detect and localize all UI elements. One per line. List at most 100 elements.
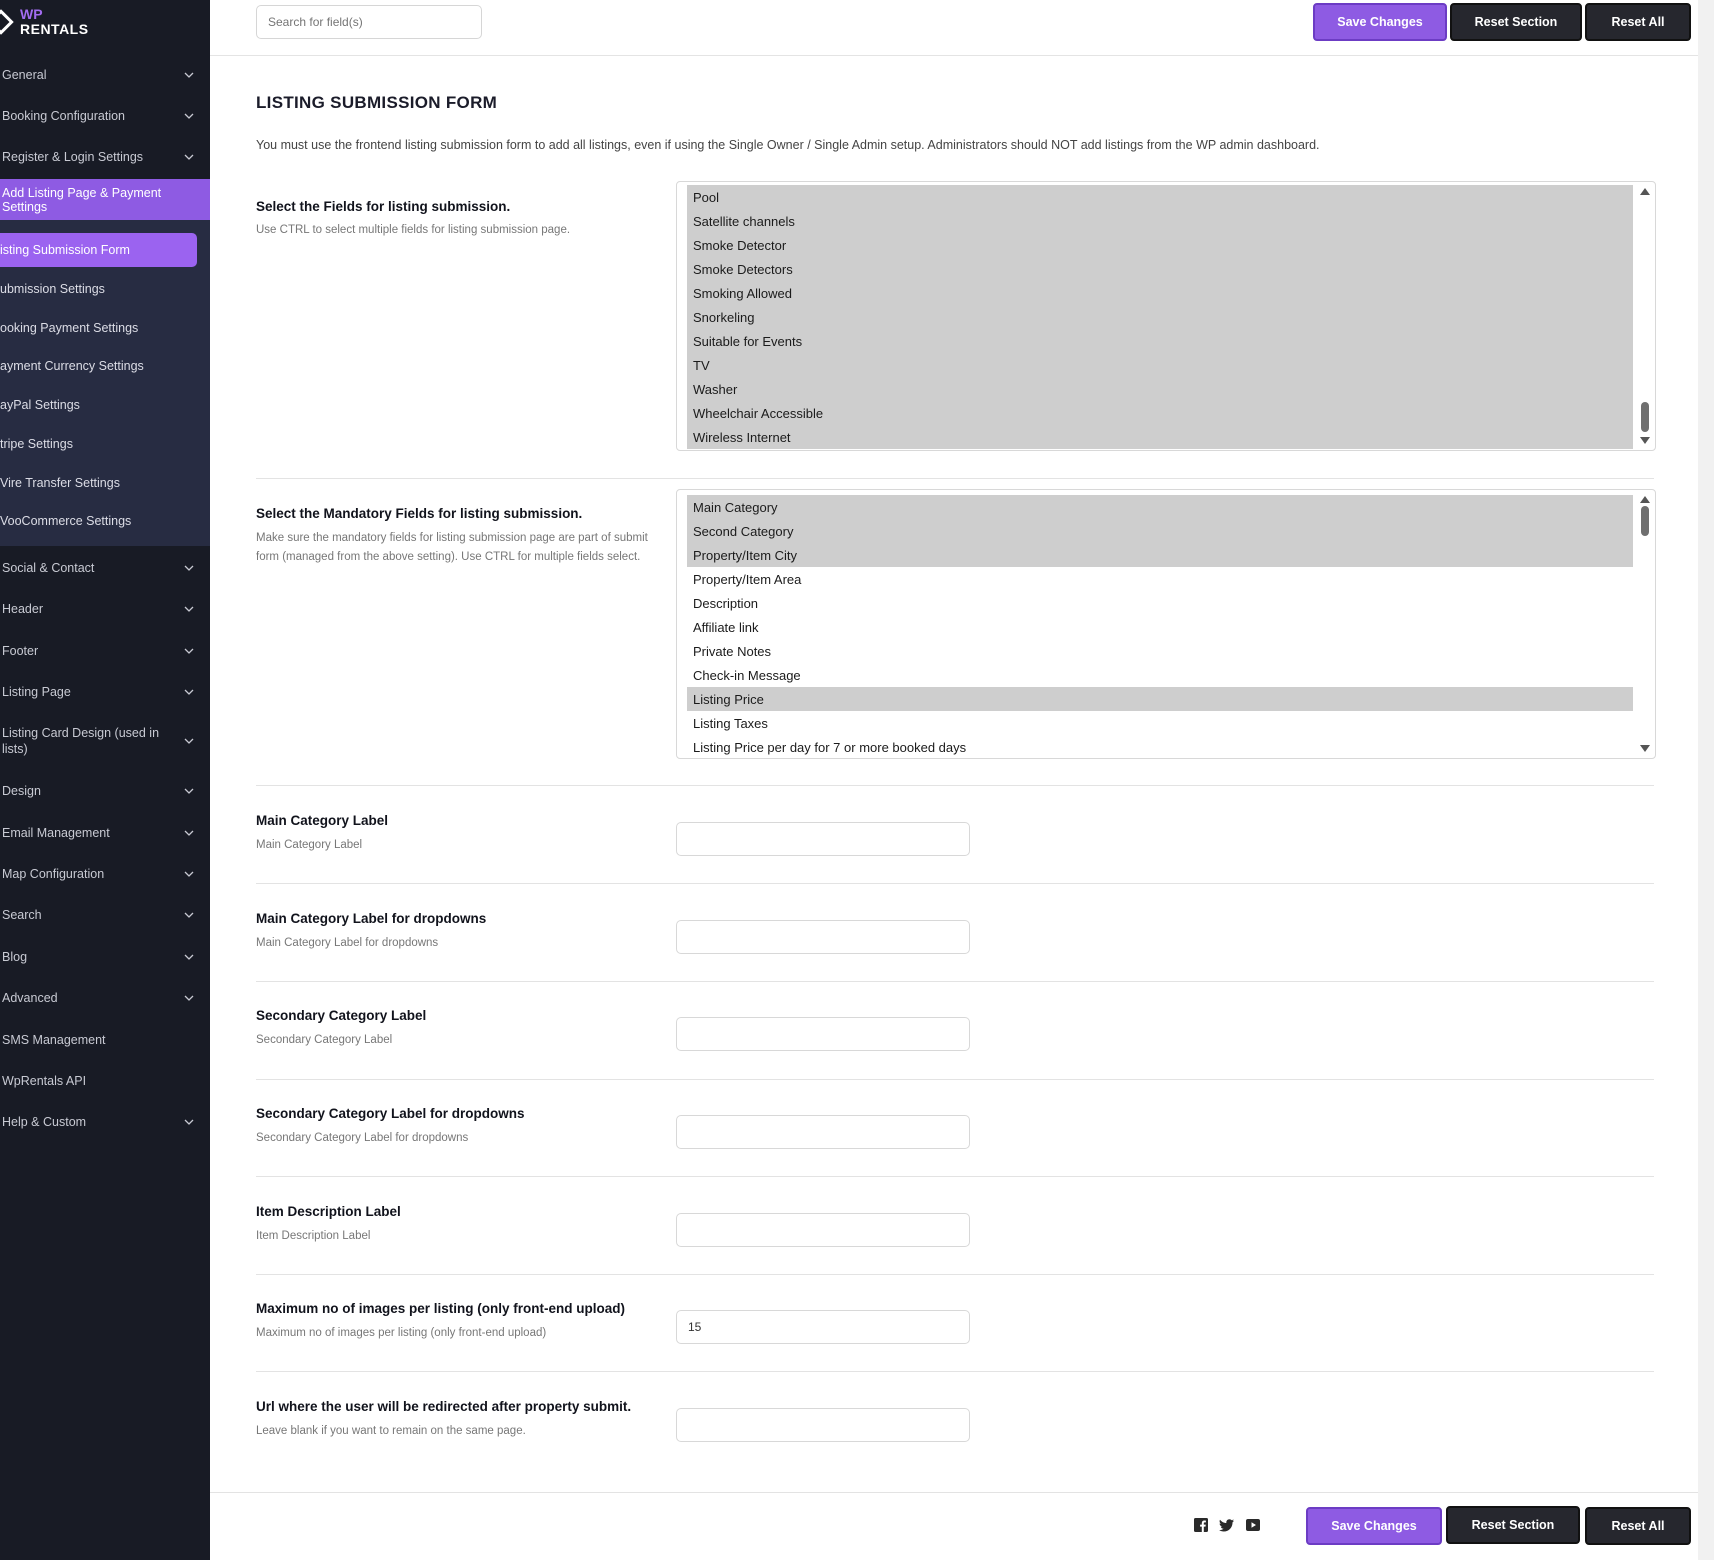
footer-save-changes-button[interactable]: Save Changes [1306,1507,1442,1545]
setting-label-secondary-category: Secondary Category Label [256,1008,427,1023]
list-option[interactable]: Description [687,591,1633,615]
sidebar-subitem-wire-transfer-settings[interactable]: Vire Transfer Settings [0,466,210,500]
sidebar-item-label: Email Management [2,826,110,840]
list-option[interactable]: Smoking Allowed [687,281,1633,305]
list-option[interactable]: Smoke Detectors [687,257,1633,281]
redirect-url-input[interactable] [676,1408,970,1442]
wprentals-logo[interactable]: WP RENTALS [0,2,89,42]
list-option[interactable]: Main Category [687,495,1633,519]
chevron-down-icon [184,788,194,794]
scroll-down-arrow-icon[interactable] [1640,745,1650,752]
footer-reset-all-button[interactable]: Reset All [1585,1507,1691,1545]
sidebar-item-label: Design [2,784,41,798]
divider [256,1176,1654,1177]
fields-select-hint: Use CTRL to select multiple fields for l… [256,224,571,236]
sidebar: WP RENTALS General Booking Configuration… [0,0,210,1560]
scroll-up-arrow-icon[interactable] [1640,496,1650,503]
secondary-category-dropdown-label-input[interactable] [676,1115,970,1149]
setting-label-redirect-url: Url where the user will be redirected af… [256,1399,632,1414]
list-option[interactable]: Check-in Message [687,663,1633,687]
fields-multiselect[interactable]: Pool Satellite channels Smoke Detector S… [676,181,1656,451]
list-option[interactable]: TV [687,353,1633,377]
listbox-scrollbar[interactable] [1635,182,1655,450]
fields-select-label: Select the Fields for listing submission… [256,199,511,214]
setting-hint-secondary-category-dropdowns: Secondary Category Label for dropdowns [256,1132,469,1144]
listbox-scrollbar[interactable] [1635,490,1655,758]
sidebar-item-wprentals-api[interactable]: WpRentals API [0,1066,210,1096]
setting-label-main-category-dropdowns: Main Category Label for dropdowns [256,911,487,926]
scrollbar-thumb[interactable] [1641,402,1649,432]
scroll-up-arrow-icon[interactable] [1640,188,1650,195]
list-option[interactable]: Suitable for Events [687,329,1633,353]
list-option[interactable]: Property/Item Area [687,567,1633,591]
facebook-icon[interactable] [1193,1517,1209,1533]
sidebar-subitem-listing-submission-form[interactable]: isting Submission Form [0,233,197,267]
sidebar-subitem-label: isting Submission Form [0,243,130,257]
sidebar-subitem-booking-payment-settings[interactable]: ooking Payment Settings [0,311,210,345]
list-option[interactable]: Snorkeling [687,305,1633,329]
list-option[interactable]: Satellite channels [687,209,1633,233]
sidebar-item-add-listing-payment[interactable]: Add Listing Page & Payment Settings [0,179,210,220]
main-category-dropdown-label-input[interactable] [676,920,970,954]
chevron-down-icon [184,72,194,78]
sidebar-item-blog[interactable]: Blog [0,942,210,972]
sidebar-item-footer[interactable]: Footer [0,636,210,666]
scroll-down-arrow-icon[interactable] [1640,437,1650,444]
list-option[interactable]: Second Category [687,519,1633,543]
sidebar-subitem-label: tripe Settings [0,437,73,451]
sidebar-subitem-payment-currency-settings[interactable]: ayment Currency Settings [0,349,210,383]
sidebar-item-register-login[interactable]: Register & Login Settings [0,142,210,172]
scrollbar-thumb[interactable] [1641,506,1649,536]
reset-section-button[interactable]: Reset Section [1450,3,1582,41]
sidebar-item-help-custom[interactable]: Help & Custom [0,1107,210,1137]
sidebar-subitem-stripe-settings[interactable]: tripe Settings [0,427,210,461]
list-option[interactable]: Wireless Internet [687,425,1633,449]
divider [256,883,1654,884]
setting-label-item-description: Item Description Label [256,1204,401,1219]
list-option[interactable]: Wheelchair Accessible [687,401,1633,425]
list-option[interactable]: Affiliate link [687,615,1633,639]
list-option[interactable]: Listing Price [687,687,1633,711]
reset-all-button[interactable]: Reset All [1585,3,1691,41]
sidebar-item-email-management[interactable]: Email Management [0,818,210,848]
sidebar-item-social-contact[interactable]: Social & Contact [0,553,210,583]
item-description-label-input[interactable] [676,1213,970,1247]
twitter-icon[interactable] [1219,1517,1235,1533]
footer-reset-section-button[interactable]: Reset Section [1446,1506,1580,1544]
save-changes-button[interactable]: Save Changes [1313,3,1447,41]
list-option[interactable]: Washer [687,377,1633,401]
sidebar-item-label: Listing Card Design (used in lists) [2,726,160,756]
logo-text-wp: WP [20,6,43,22]
sidebar-item-listing-page[interactable]: Listing Page [0,677,210,707]
sidebar-item-search[interactable]: Search [0,900,210,930]
sidebar-item-advanced[interactable]: Advanced [0,983,210,1013]
chevron-down-icon [184,606,194,612]
sidebar-subitem-woocommerce-settings[interactable]: VooCommerce Settings [0,504,210,538]
search-input[interactable] [256,5,482,39]
mandatory-multiselect[interactable]: Main Category Second Category Property/I… [676,489,1656,759]
sidebar-item-label: Advanced [2,991,58,1005]
divider [256,1079,1654,1080]
sidebar-subitem-submission-settings[interactable]: ubmission Settings [0,272,210,306]
setting-hint-max-images: Maximum no of images per listing (only f… [256,1327,547,1339]
sidebar-item-listing-card-design[interactable]: Listing Card Design (used in lists) [0,720,210,762]
setting-hint-secondary-category: Secondary Category Label [256,1034,393,1046]
sidebar-subitem-paypal-settings[interactable]: ayPal Settings [0,388,210,422]
sidebar-item-sms-management[interactable]: SMS Management [0,1025,210,1055]
sidebar-item-general[interactable]: General [0,60,210,90]
sidebar-item-booking-configuration[interactable]: Booking Configuration [0,101,210,131]
list-option[interactable]: Smoke Detector [687,233,1633,257]
sidebar-item-design[interactable]: Design [0,776,210,806]
sidebar-item-map-configuration[interactable]: Map Configuration [0,859,210,889]
sidebar-item-header[interactable]: Header [0,594,210,624]
list-option[interactable]: Private Notes [687,639,1633,663]
list-option[interactable]: Listing Taxes [687,711,1633,735]
youtube-icon[interactable] [1245,1517,1261,1533]
list-option[interactable]: Listing Price per day for 7 or more book… [687,735,1633,758]
list-option[interactable]: Pool [687,185,1633,209]
chevron-down-icon [184,954,194,960]
main-category-label-input[interactable] [676,822,970,856]
max-images-input[interactable] [676,1310,970,1344]
secondary-category-label-input[interactable] [676,1017,970,1051]
list-option[interactable]: Property/Item City [687,543,1633,567]
